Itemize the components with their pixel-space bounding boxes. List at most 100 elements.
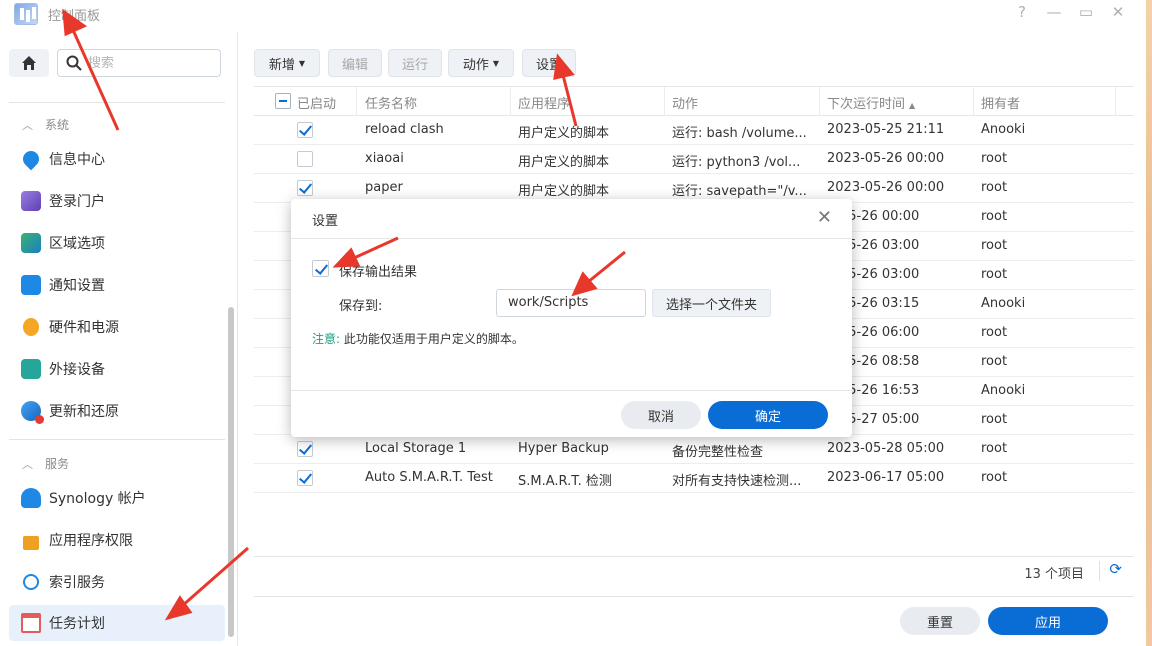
table-row[interactable]: Auto S.M.A.R.T. Test S.M.A.R.T. 检测 对所有支持快速… (254, 464, 1134, 493)
create-button[interactable]: 新增 ▼ (254, 49, 320, 77)
portal-icon (21, 191, 41, 211)
sidebar-item-label: 登录门户 (49, 194, 105, 210)
window-title: 控制面板 (48, 9, 101, 24)
dialog-divider (291, 390, 852, 391)
search-field[interactable] (57, 49, 221, 77)
chevron-up-icon: ︿ (22, 118, 33, 132)
cell-owner: Anooki (981, 122, 1026, 137)
table-row[interactable]: Local Storage 1 Hyper Backup 备份完整性检查 2023-0… (254, 435, 1134, 464)
cell-next: 2023-05-28 05:00 (827, 441, 945, 456)
save-path-input[interactable]: work/Scripts (496, 289, 646, 317)
apply-button[interactable]: 应用 (988, 607, 1108, 635)
enabled-checkbox[interactable] (297, 441, 313, 457)
column-divider (819, 87, 820, 116)
footer-divider (1099, 561, 1100, 581)
dialog-cancel-button[interactable]: 取消 (621, 401, 701, 429)
table-footer: 13 个项目 ⟳ (254, 556, 1134, 584)
refresh-icon[interactable]: ⟳ (1109, 560, 1122, 578)
sidebar-item-synology-account[interactable]: Synology 帐户 (9, 480, 225, 516)
run-button[interactable]: 运行 (388, 49, 442, 77)
table-row[interactable]: xiaoai 用户定义的脚本 运行: python3 /vol... 2023-05-… (254, 145, 1134, 174)
sidebar-item-label: Synology 帐户 (49, 491, 146, 507)
sidebar-scrollbar[interactable] (228, 307, 234, 637)
column-divider (1115, 87, 1116, 116)
column-header-owner[interactable]: 拥有者 (981, 93, 1020, 112)
sidebar-item-login-portal[interactable]: 登录门户 (9, 183, 225, 219)
sidebar-item-external-devices[interactable]: 外接设备 (9, 351, 225, 387)
save-output-label[interactable]: 保存输出结果 (339, 261, 417, 280)
sidebar: ︿ 系统 信息中心 登录门户 区域选项 通知设置 硬件和电源 外接设备 更新和还… (0, 32, 238, 646)
section-services[interactable]: ︿ 服务 (22, 455, 69, 472)
home-icon (22, 56, 36, 70)
save-output-checkbox[interactable] (312, 260, 329, 277)
title-bar: 控制面板 ? — ▭ ✕ (0, 0, 1146, 30)
enabled-checkbox[interactable] (297, 151, 313, 167)
enabled-checkbox[interactable] (297, 180, 313, 196)
sidebar-item-label: 任务计划 (49, 616, 105, 632)
cell-owner: Anooki (981, 383, 1026, 398)
calendar-icon (21, 613, 41, 633)
bulb-icon (23, 318, 39, 336)
sidebar-item-task-scheduler[interactable]: 任务计划 (9, 605, 225, 641)
dialog-ok-button[interactable]: 确定 (708, 401, 828, 429)
minimize-icon[interactable]: — (1044, 3, 1064, 21)
cell-next: 2023-05-26 00:00 (827, 151, 945, 166)
cell-app: 用户定义的脚本 (518, 155, 610, 170)
column-divider (510, 87, 511, 116)
cell-owner: root (981, 209, 1008, 224)
cell-owner: Anooki (981, 296, 1026, 311)
cell-app: 用户定义的脚本 (518, 126, 610, 141)
settings-button[interactable]: 设置 (522, 49, 576, 77)
choose-folder-button[interactable]: 选择一个文件夹 (652, 289, 771, 317)
sidebar-item-label: 硬件和电源 (49, 320, 119, 336)
column-header-next-run[interactable]: 下次运行时间 ▲ (827, 93, 915, 112)
sidebar-item-indexing-service[interactable]: 索引服务 (9, 564, 225, 600)
sidebar-item-app-privileges[interactable]: 应用程序权限 (9, 522, 225, 558)
search-input[interactable] (88, 55, 208, 71)
select-all-checkbox[interactable] (275, 93, 291, 109)
create-label: 新增 (268, 57, 295, 73)
note-prefix: 注意: (312, 332, 341, 346)
edit-button[interactable]: 编辑 (328, 49, 382, 77)
notification-icon (21, 275, 41, 295)
column-header-name[interactable]: 任务名称 (365, 93, 417, 112)
table-row[interactable]: reload clash 用户定义的脚本 运行: bash /volume... 20… (254, 116, 1134, 145)
column-header-enabled[interactable]: 已启动 (297, 93, 336, 112)
cell-owner: root (981, 412, 1008, 427)
account-icon (21, 488, 41, 508)
sidebar-divider (9, 439, 225, 440)
sidebar-item-info-center[interactable]: 信息中心 (9, 141, 225, 177)
sidebar-item-regional-options[interactable]: 区域选项 (9, 225, 225, 261)
update-icon (21, 401, 44, 424)
sidebar-item-label: 信息中心 (49, 152, 105, 168)
section-label: 系统 (45, 118, 70, 132)
help-icon[interactable]: ? (1012, 3, 1032, 21)
reset-button[interactable]: 重置 (900, 607, 980, 635)
sidebar-item-update-restore[interactable]: 更新和还原 (9, 393, 225, 429)
home-button[interactable] (9, 49, 49, 77)
enabled-checkbox[interactable] (297, 470, 313, 486)
region-icon (21, 233, 41, 253)
column-header-label: 下次运行时间 (827, 97, 906, 112)
sidebar-divider (9, 102, 225, 103)
section-system[interactable]: ︿ 系统 (22, 116, 69, 133)
save-to-label: 保存到: (339, 299, 383, 314)
cell-owner: root (981, 470, 1008, 485)
cell-owner: root (981, 267, 1008, 282)
enabled-checkbox[interactable] (297, 122, 313, 138)
section-label: 服务 (45, 457, 70, 471)
cell-action: 对所有支持快速检测... (672, 474, 802, 489)
note-text: 此功能仅适用于用户定义的脚本。 (340, 332, 524, 346)
action-button[interactable]: 动作 ▼ (448, 49, 514, 77)
desktop-edge (1146, 0, 1152, 646)
action-label: 动作 (462, 57, 489, 73)
close-icon[interactable]: ✕ (1108, 3, 1128, 21)
sidebar-item-notification[interactable]: 通知设置 (9, 267, 225, 303)
maximize-icon[interactable]: ▭ (1076, 3, 1096, 21)
dialog-close-icon[interactable]: ✕ (817, 207, 832, 228)
column-header-action[interactable]: 动作 (672, 93, 698, 112)
sidebar-item-hardware-power[interactable]: 硬件和电源 (9, 309, 225, 345)
column-header-application[interactable]: 应用程序 (518, 93, 570, 112)
cell-name: xiaoai (365, 151, 404, 166)
item-count: 13 个项目 (1024, 567, 1084, 582)
